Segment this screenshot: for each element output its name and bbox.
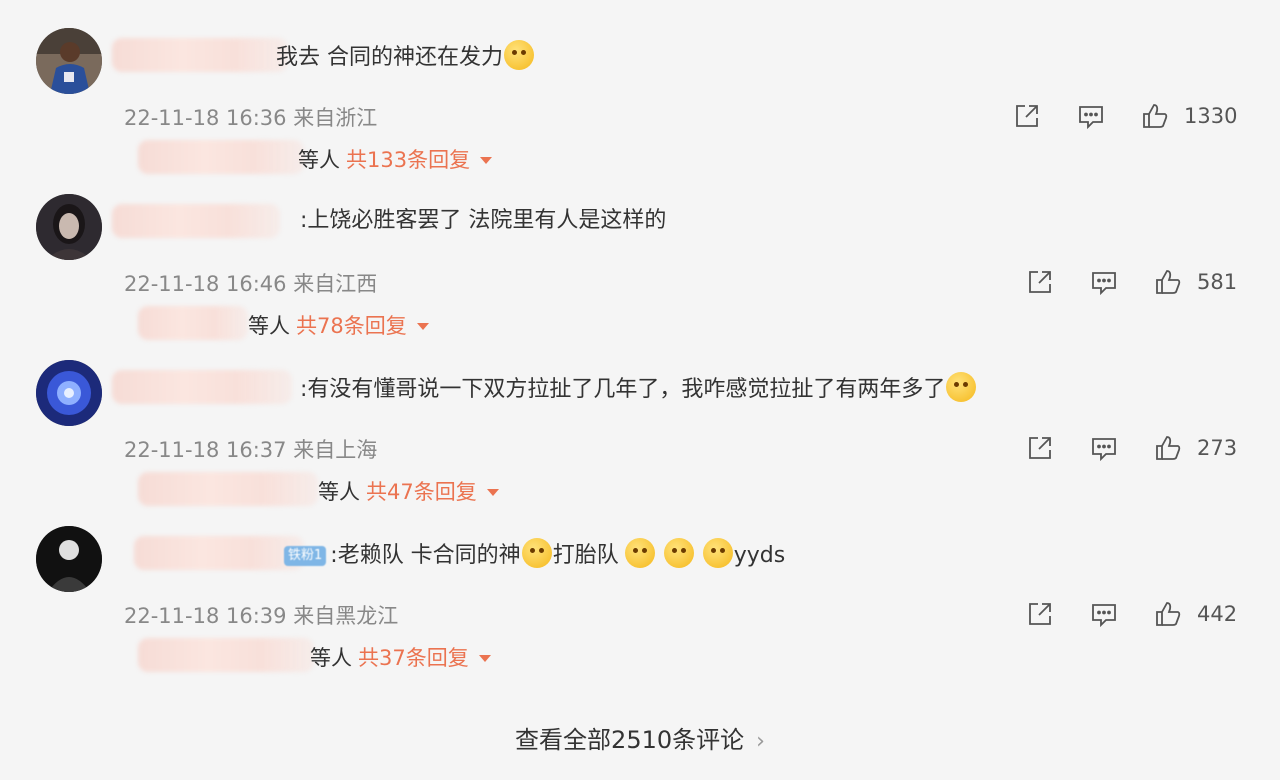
- comment-icon[interactable]: [1089, 433, 1119, 463]
- comment-item: 铁粉1:老赖队 卡合同的神 打胎队 yyds 22-11-18 16:39 来自黑龙…: [0, 526, 1280, 692]
- comment-item: :上饶必胜客罢了 法院里有人是这样的 22-11-18 16:46 来自江西 5…: [0, 194, 1280, 360]
- share-icon[interactable]: [1025, 433, 1055, 463]
- like-icon[interactable]: [1153, 433, 1183, 463]
- comment-text: :上饶必胜客罢了 法院里有人是这样的: [300, 208, 667, 233]
- reply-summary[interactable]: 等人 共133条回复: [298, 144, 493, 174]
- blurred-reply-users: [138, 638, 314, 672]
- blurred-reply-users: [138, 306, 248, 340]
- like-icon[interactable]: [1153, 599, 1183, 629]
- comment-actions: 1330: [1012, 100, 1237, 132]
- caret-down-icon: [416, 323, 429, 330]
- party-face-emoji: [624, 538, 655, 568]
- comment-actions: 442: [1025, 598, 1237, 630]
- avatar[interactable]: [36, 360, 102, 426]
- avatar[interactable]: [36, 526, 102, 592]
- view-all-comments-link[interactable]: 查看全部2510条评论 ›: [0, 720, 1280, 755]
- comment-item: :有没有懂哥说一下双方拉扯了几年了，我咋感觉拉扯了有两年多了 22-11-18 …: [0, 360, 1280, 526]
- chevron-right-icon: ›: [756, 729, 765, 754]
- caret-down-icon: [480, 157, 493, 164]
- comment-meta: 22-11-18 16:46 来自江西: [124, 272, 378, 296]
- comment-text: 我去 合同的神还在发力: [276, 40, 535, 73]
- share-icon[interactable]: [1012, 101, 1042, 131]
- like-icon[interactable]: [1140, 101, 1170, 131]
- blurred-username: [112, 38, 288, 72]
- blurred-username: [134, 536, 304, 570]
- caret-down-icon: [478, 655, 491, 662]
- reply-summary[interactable]: 等人 共47条回复: [318, 476, 499, 506]
- like-count: 273: [1197, 436, 1238, 460]
- caret-down-icon: [486, 489, 499, 496]
- blurred-username: [112, 204, 280, 238]
- like-count: 1330: [1184, 104, 1238, 128]
- smirk-emoji: [504, 40, 534, 70]
- comment-meta: 22-11-18 16:36 来自浙江: [124, 106, 378, 130]
- blurred-reply-users: [138, 140, 304, 174]
- avatar[interactable]: [36, 28, 102, 94]
- reply-summary[interactable]: 等人 共78条回复: [248, 310, 429, 340]
- comment-meta: 22-11-18 16:39 来自黑龙江: [124, 604, 399, 628]
- party-face-emoji: [521, 538, 552, 568]
- like-count: 581: [1197, 270, 1238, 294]
- comment-icon[interactable]: [1089, 599, 1119, 629]
- comment-meta: 22-11-18 16:37 来自上海: [124, 438, 378, 462]
- like-icon[interactable]: [1153, 267, 1183, 297]
- comment-actions: 273: [1025, 432, 1237, 464]
- blurred-reply-users: [138, 472, 318, 506]
- party-face-emoji: [702, 538, 733, 568]
- share-icon[interactable]: [1025, 267, 1055, 297]
- avatar[interactable]: [36, 194, 102, 260]
- comment-actions: 581: [1025, 266, 1237, 298]
- reply-summary[interactable]: 等人 共37条回复: [310, 642, 491, 672]
- comment-text: 铁粉1:老赖队 卡合同的神 打胎队 yyds: [284, 538, 785, 571]
- comment-text: :有没有懂哥说一下双方拉扯了几年了，我咋感觉拉扯了有两年多了: [300, 372, 977, 405]
- like-count: 442: [1197, 602, 1238, 626]
- comment-icon[interactable]: [1076, 101, 1106, 131]
- party-face-emoji: [663, 538, 694, 568]
- comment-item: 我去 合同的神还在发力 22-11-18 16:36 来自浙江 1330 等人共…: [0, 28, 1280, 194]
- comment-icon[interactable]: [1089, 267, 1119, 297]
- share-icon[interactable]: [1025, 599, 1055, 629]
- blurred-username: [112, 370, 292, 404]
- fan-badge: 铁粉1: [284, 546, 327, 566]
- laugh-cry-emoji: [946, 372, 977, 402]
